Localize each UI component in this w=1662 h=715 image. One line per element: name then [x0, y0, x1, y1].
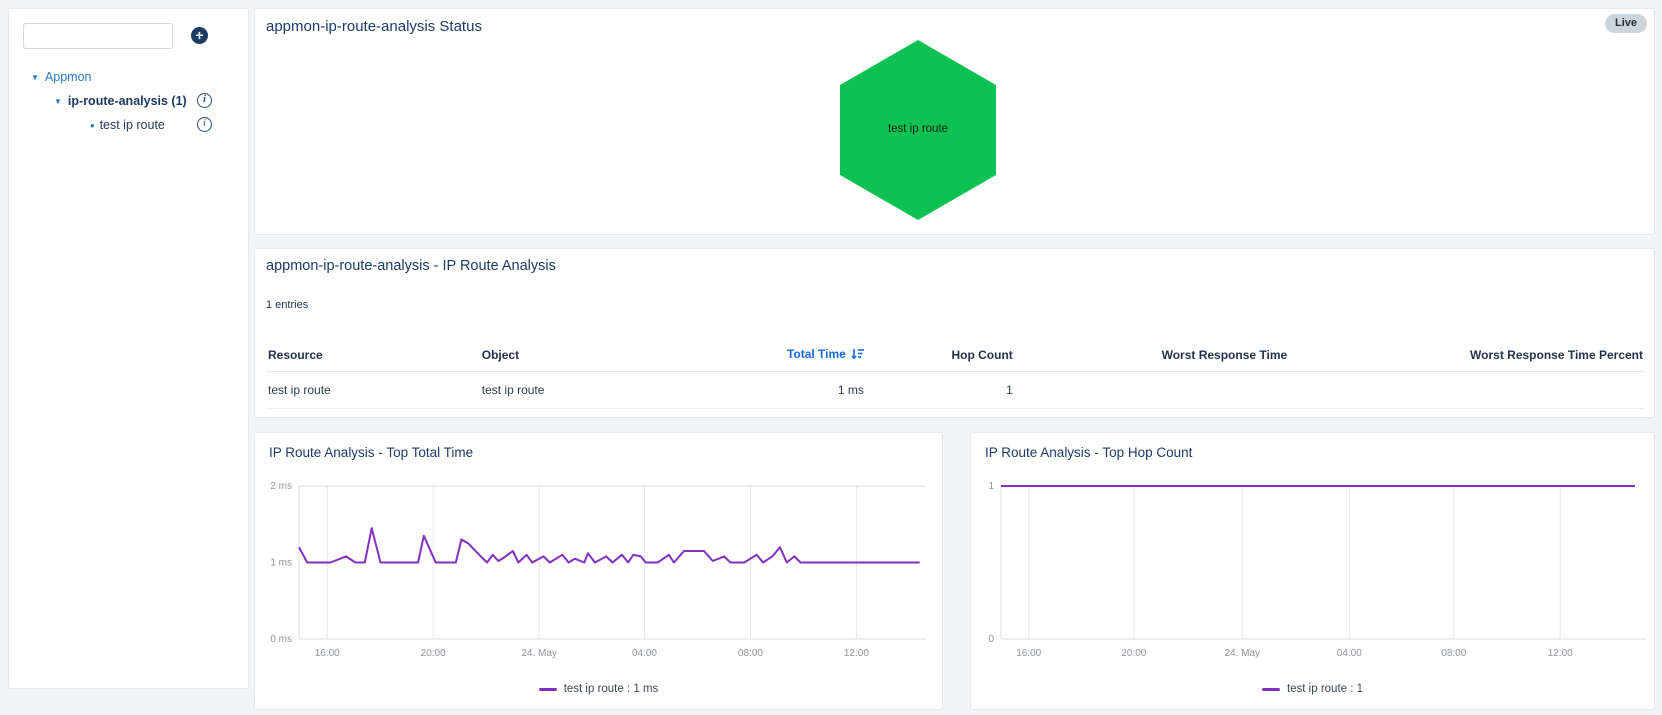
- total-time-chart-panel: IP Route Analysis - Top Total Time 16:00…: [254, 432, 943, 710]
- hexagon-label: test ip route: [887, 123, 949, 135]
- chevron-down-icon[interactable]: ▼: [31, 73, 39, 82]
- status-panel-title: appmon-ip-route-analysis Status: [266, 18, 482, 35]
- column-header-total-time[interactable]: Total Time: [679, 339, 866, 372]
- x-axis-tick-label: 24. May: [521, 648, 557, 659]
- hop-count-chart[interactable]: 16:00 20:00 24. May 04:00 08:00 12:00 1 0: [971, 433, 1656, 665]
- sidebar-search-row: +: [23, 23, 236, 49]
- cell-object: test ip route: [479, 371, 680, 409]
- live-badge[interactable]: Live: [1604, 14, 1647, 33]
- legend-swatch: [538, 687, 557, 691]
- app-tree: ▼ Appmon ▼ ip-route-analysis (1) i • tes…: [9, 65, 248, 137]
- cell-total-time: 1 ms: [679, 371, 866, 409]
- series-line: [298, 527, 920, 564]
- x-axis-tick-label: 08:00: [1441, 648, 1466, 659]
- x-axis-tick-label: 20:00: [1121, 648, 1146, 659]
- results-table: Resource Object Total Time Hop Count Wor…: [266, 339, 1645, 409]
- x-axis-tick-label: 16:00: [315, 648, 340, 659]
- ip-route-analysis-table-panel: appmon-ip-route-analysis - IP Route Anal…: [254, 248, 1655, 418]
- search-input[interactable]: [23, 23, 173, 49]
- x-axis-tick-label: 16:00: [1016, 648, 1041, 659]
- chevron-down-icon[interactable]: ▼: [54, 97, 62, 106]
- status-panel: appmon-ip-route-analysis Status Live tes…: [254, 8, 1655, 235]
- chart-legend[interactable]: test ip route : 1: [971, 683, 1654, 695]
- entries-count: 1 entries: [266, 299, 309, 311]
- y-axis-tick-label: 1 ms: [270, 558, 292, 569]
- cell-resource[interactable]: test ip route: [266, 371, 480, 409]
- chart-legend[interactable]: test ip route : 1 ms: [255, 683, 942, 695]
- y-axis-tick-label: 0 ms: [270, 634, 292, 645]
- total-time-chart[interactable]: 16:00 20:00 24. May 04:00 08:00 12:00 2 ms 1 ms…: [255, 433, 944, 665]
- y-axis-tick-label: 1: [988, 481, 994, 492]
- y-axis-tick-label: 2 ms: [270, 481, 292, 492]
- table-header-row: Resource Object Total Time Hop Count Wor…: [266, 339, 1645, 372]
- column-header-object[interactable]: Object: [479, 339, 680, 372]
- x-axis-tick-label: 04:00: [632, 648, 657, 659]
- tree-node-label[interactable]: ip-route-analysis (1): [68, 94, 187, 108]
- legend-label: test ip route : 1: [1286, 683, 1364, 695]
- sidebar: + ▼ Appmon ▼ ip-route-analysis (1) i • t…: [8, 8, 249, 689]
- add-icon[interactable]: +: [191, 27, 208, 44]
- legend-swatch: [1261, 687, 1280, 691]
- cell-worst-response-time-percent: [1289, 371, 1645, 409]
- status-hexagon[interactable]: test ip route: [833, 33, 1003, 227]
- x-axis-tick-label: 24. May: [1224, 648, 1260, 659]
- table-panel-title: appmon-ip-route-analysis - IP Route Anal…: [266, 258, 556, 274]
- x-axis-tick-label: 12:00: [844, 648, 869, 659]
- cell-worst-response-time: [1014, 371, 1290, 409]
- column-header-resource[interactable]: Resource: [266, 339, 480, 372]
- legend-label: test ip route : 1 ms: [563, 683, 659, 695]
- tree-node-label[interactable]: test ip route: [100, 118, 165, 132]
- x-axis-tick-label: 20:00: [421, 648, 446, 659]
- x-axis-tick-label: 12:00: [1548, 648, 1573, 659]
- x-axis-tick-label: 04:00: [1337, 648, 1362, 659]
- sort-descending-icon: [851, 348, 864, 363]
- info-icon[interactable]: i: [197, 117, 212, 132]
- bullet-icon: •: [90, 117, 95, 133]
- tree-node-test-ip-route[interactable]: • test ip route i: [9, 113, 248, 137]
- cell-hop-count: 1: [865, 371, 1015, 409]
- y-axis-tick-label: 0: [988, 634, 994, 645]
- tree-node-appmon[interactable]: ▼ Appmon: [9, 65, 248, 89]
- column-header-worst-response-time[interactable]: Worst Response Time: [1014, 339, 1290, 372]
- hop-count-chart-panel: IP Route Analysis - Top Hop Count 16:00 2…: [970, 432, 1655, 710]
- table-row[interactable]: test ip route test ip route 1 ms 1: [266, 371, 1645, 409]
- column-header-hop-count[interactable]: Hop Count: [865, 339, 1015, 372]
- x-axis-tick-label: 08:00: [738, 648, 763, 659]
- info-icon[interactable]: i: [197, 93, 212, 108]
- tree-node-label[interactable]: Appmon: [45, 70, 92, 84]
- column-header-worst-response-time-percent[interactable]: Worst Response Time Percent: [1289, 339, 1645, 372]
- tree-node-ip-route-analysis[interactable]: ▼ ip-route-analysis (1) i: [9, 89, 248, 113]
